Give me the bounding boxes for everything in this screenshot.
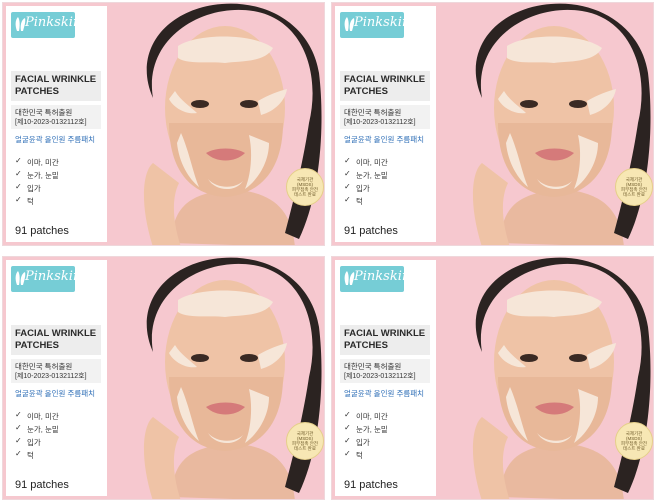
check-icon: ✓ <box>344 436 351 445</box>
product-title: FACIAL WRINKLE PATCHES <box>344 74 426 97</box>
title-box: FACIAL WRINKLE PATCHES <box>340 325 430 355</box>
patent-number: [제10-2023-0132112호] <box>15 119 87 126</box>
patent-number: [제10-2023-0132112호] <box>344 119 416 126</box>
patch-count: 91 patches <box>15 225 69 237</box>
brand-logo: Pinkskin <box>340 266 410 292</box>
safety-badge: 국제기관 (MSDS) 피부접촉 안전 테스트 완료 <box>286 422 324 460</box>
patent-box: 대한민국 특허출원 [제10-2023-0132112호] <box>11 105 101 129</box>
product-card[interactable]: Pinkskin FACIAL WRINKLE PATCHES 대한민국 특허출… <box>331 256 654 500</box>
check-icon: ✓ <box>344 449 351 458</box>
brand-name: Pinkskin <box>354 15 411 30</box>
check-icon: ✓ <box>344 195 351 204</box>
title-box: FACIAL WRINKLE PATCHES <box>11 71 101 101</box>
patent-number: [제10-2023-0132112호] <box>15 373 87 380</box>
product-tagline: 얼굴윤곽 올인원 주름패치 <box>344 389 425 398</box>
safety-badge: 국제기관 (MSDS) 피부접촉 안전 테스트 완료 <box>615 422 653 460</box>
patch-count: 91 patches <box>15 479 69 491</box>
brand-logo: Pinkskin <box>11 266 81 292</box>
info-panel: Pinkskin FACIAL WRINKLE PATCHES 대한민국 특허출… <box>335 6 436 242</box>
check-icon: ✓ <box>15 182 22 191</box>
safety-badge: 국제기관 (MSDS) 피부접촉 안전 테스트 완료 <box>615 168 653 206</box>
check-icon: ✓ <box>15 449 22 458</box>
brand-name: Pinkskin <box>25 269 82 284</box>
patent-box: 대한민국 특허출원 [제10-2023-0132112호] <box>340 359 430 383</box>
product-card[interactable]: Pinkskin FACIAL WRINKLE PATCHES 대한민국 특허출… <box>331 2 654 246</box>
check-icon: ✓ <box>15 169 22 178</box>
info-panel: Pinkskin FACIAL WRINKLE PATCHES 대한민국 특허출… <box>335 260 436 496</box>
product-card[interactable]: Pinkskin FACIAL WRINKLE PATCHES 대한민국 특허출… <box>2 2 325 246</box>
product-card[interactable]: Pinkskin FACIAL WRINKLE PATCHES 대한민국 특허출… <box>2 256 325 500</box>
brand-logo: Pinkskin <box>340 12 410 38</box>
check-icon: ✓ <box>344 410 351 419</box>
product-image-grid: Pinkskin FACIAL WRINKLE PATCHES 대한민국 특허출… <box>0 0 657 502</box>
brand-name: Pinkskin <box>25 15 82 30</box>
check-icon: ✓ <box>15 195 22 204</box>
product-title: FACIAL WRINKLE PATCHES <box>15 74 97 97</box>
title-box: FACIAL WRINKLE PATCHES <box>340 71 430 101</box>
product-title: FACIAL WRINKLE PATCHES <box>344 328 426 351</box>
brand-name: Pinkskin <box>354 269 411 284</box>
product-tagline: 얼굴윤곽 올인원 주름패치 <box>344 135 425 144</box>
check-icon: ✓ <box>15 423 22 432</box>
patch-count: 91 patches <box>344 479 398 491</box>
info-panel: Pinkskin FACIAL WRINKLE PATCHES 대한민국 특허출… <box>6 260 107 496</box>
title-box: FACIAL WRINKLE PATCHES <box>11 325 101 355</box>
check-icon: ✓ <box>15 156 22 165</box>
check-icon: ✓ <box>15 436 22 445</box>
check-icon: ✓ <box>344 156 351 165</box>
product-tagline: 얼굴윤곽 올인원 주름패치 <box>15 135 96 144</box>
check-icon: ✓ <box>344 169 351 178</box>
safety-badge: 국제기관 (MSDS) 피부접촉 안전 테스트 완료 <box>286 168 324 206</box>
product-title: FACIAL WRINKLE PATCHES <box>15 328 97 351</box>
brand-logo: Pinkskin <box>11 12 81 38</box>
check-icon: ✓ <box>344 423 351 432</box>
patent-number: [제10-2023-0132112호] <box>344 373 416 380</box>
check-icon: ✓ <box>344 182 351 191</box>
patent-box: 대한민국 특허출원 [제10-2023-0132112호] <box>340 105 430 129</box>
check-icon: ✓ <box>15 410 22 419</box>
patch-count: 91 patches <box>344 225 398 237</box>
product-tagline: 얼굴윤곽 올인원 주름패치 <box>15 389 96 398</box>
patent-box: 대한민국 특허출원 [제10-2023-0132112호] <box>11 359 101 383</box>
info-panel: Pinkskin FACIAL WRINKLE PATCHES 대한민국 특허출… <box>6 6 107 242</box>
